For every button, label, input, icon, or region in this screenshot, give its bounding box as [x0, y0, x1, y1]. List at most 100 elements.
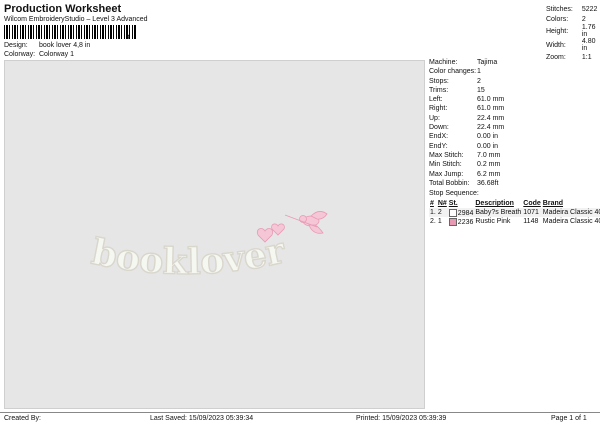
design-meta: Design: book lover 4,8 in	[4, 42, 90, 49]
table-row[interactable]: 1. 2 2984 Baby?s Breath 1071 Madeira Cla…	[429, 208, 600, 218]
summary-row: Stitches: 5222	[546, 4, 600, 14]
info-row: Left: 61.0 mm	[429, 95, 597, 104]
info-key: Stops:	[429, 77, 449, 85]
info-value: 36.68ft	[477, 179, 499, 187]
info-value: 0.00 in	[477, 142, 499, 150]
stop-sequence-table: # N# St. Description Code Brand 1. 2 298…	[429, 199, 600, 226]
summary-row: Colors: 2	[546, 14, 600, 24]
info-value: 22.4 mm	[477, 124, 505, 132]
info-row: Up: 22.4 mm	[429, 114, 597, 123]
info-value: 0.00 in	[477, 133, 499, 141]
info-row: Min Stitch: 0.2 mm	[429, 160, 597, 169]
page-title: Production Worksheet	[4, 3, 122, 15]
col-header: N#	[437, 200, 447, 208]
info-row: Down: 22.4 mm	[429, 123, 597, 132]
info-value: 1	[477, 68, 481, 76]
cell-code: 1148	[523, 218, 539, 226]
summary-key: Width:	[546, 41, 566, 49]
page-footer: Created By: Last Saved: 15/09/2023 05:39…	[0, 412, 600, 425]
info-value: 0.2 mm	[477, 161, 501, 169]
info-panel: Machine: Tajima Color changes: 1 Stops: 2 T…	[429, 58, 600, 226]
colorway-meta: Colorway: Colorway 1	[4, 51, 74, 58]
info-row: Max Jump: 6.2 mm	[429, 170, 597, 179]
stop-sequence-header: # N# St. Description Code Brand	[429, 199, 600, 208]
design-preview-canvas[interactable]: booklover	[4, 60, 425, 409]
colorway-label: Colorway:	[4, 51, 36, 58]
embroidery-design: booklover	[88, 211, 328, 284]
info-row: Stops: 2	[429, 77, 597, 86]
summary-row: Width: 4.80 in	[546, 38, 600, 52]
colorway-value: Colorway 1	[38, 51, 74, 58]
info-row: Trims: 15	[429, 86, 597, 95]
col-header: Brand	[542, 200, 564, 208]
info-row: EndY: 0.00 in	[429, 142, 597, 151]
info-row: EndX: 0.00 in	[429, 132, 597, 141]
info-key: Max Jump:	[429, 170, 464, 178]
info-key: Min Stitch:	[429, 161, 462, 169]
cell-code: 1071	[522, 208, 542, 218]
design-lettering: booklover	[88, 229, 290, 283]
cell-stitch-value: 2984	[457, 209, 474, 217]
summary-key: Height:	[546, 27, 569, 35]
info-value: 2	[477, 77, 481, 85]
info-key: Up:	[429, 114, 440, 122]
info-key: Machine:	[429, 59, 458, 66]
summary-value: 5222	[581, 5, 598, 13]
info-value: 15	[477, 86, 485, 94]
info-row: Color changes: 1	[429, 67, 597, 76]
col-header: Description	[475, 200, 514, 208]
cell-description: Rustic Pink	[475, 218, 511, 226]
info-value: Tajima	[477, 59, 498, 66]
info-row: Right: 61.0 mm	[429, 104, 597, 113]
info-row: Machine: Tajima	[429, 58, 597, 67]
cupid-icon	[284, 211, 328, 234]
design-value: book lover 4,8 in	[38, 42, 91, 49]
design-label: Design:	[4, 42, 28, 49]
info-key: Max Stitch:	[429, 151, 464, 159]
software-subtitle: Wilcom EmbroideryStudio – Level 3 Advanc…	[4, 16, 148, 23]
barcode-digit: 3	[126, 35, 130, 41]
summary-value: 4.80 in	[581, 38, 596, 52]
summary-value: 2	[581, 15, 586, 23]
info-key: Trims:	[429, 86, 449, 94]
cell-needle: 1	[437, 218, 442, 226]
info-value: 22.4 mm	[477, 114, 505, 122]
color-swatch	[448, 208, 457, 217]
summary-value: 1.76 in	[581, 24, 596, 38]
stop-sequence-label: Stop Sequence:	[429, 190, 479, 198]
info-key: EndY:	[429, 142, 448, 150]
info-value: 61.0 mm	[477, 105, 505, 113]
summary-key: Stitches:	[546, 5, 573, 13]
table-row[interactable]: 2. 1 2236 Rustic Pink 1148 Madeira Class…	[429, 217, 600, 226]
color-swatch	[448, 217, 457, 226]
cell-seq: 2.	[430, 218, 436, 226]
created-by: Created By:	[4, 415, 41, 422]
cell-description: Baby?s Breath	[474, 208, 523, 218]
col-header: St.	[448, 200, 458, 208]
col-header: #	[430, 200, 434, 208]
summary-row: Height: 1.76 in	[546, 24, 600, 38]
cell-brand: Madeira Classic 40	[541, 208, 600, 218]
info-row: Total Bobbin: 36.68ft	[429, 179, 597, 188]
info-value: 6.2 mm	[477, 170, 501, 178]
info-key: Right:	[429, 105, 448, 113]
last-saved: Last Saved: 15/09/2023 05:39:34	[150, 415, 254, 422]
cell-brand: Madeira Classic 40	[542, 218, 600, 226]
printed-date: Printed: 15/09/2023 05:39:39	[356, 415, 447, 422]
col-header: Code	[523, 200, 541, 208]
info-key: Down:	[429, 124, 449, 132]
info-key: Total Bobbin:	[429, 179, 470, 187]
info-key: EndX:	[429, 133, 449, 141]
info-row: Max Stitch: 7.0 mm	[429, 151, 597, 160]
page-number: Page 1 of 1	[551, 415, 587, 422]
info-value: 7.0 mm	[477, 151, 501, 159]
info-value: 61.0 mm	[477, 96, 505, 104]
cell-stitch: 2984	[447, 208, 475, 218]
cell-needle: 2	[436, 208, 448, 218]
barcode	[4, 25, 136, 39]
info-key: Color changes:	[429, 68, 477, 76]
cell-stitch-value: 2236	[457, 218, 474, 226]
summary-table: Stitches: 5222 Colors: 2 Height: 1.76 in Wi…	[546, 4, 600, 62]
cell-seq: 1.	[429, 208, 437, 218]
info-key: Left:	[429, 96, 443, 104]
